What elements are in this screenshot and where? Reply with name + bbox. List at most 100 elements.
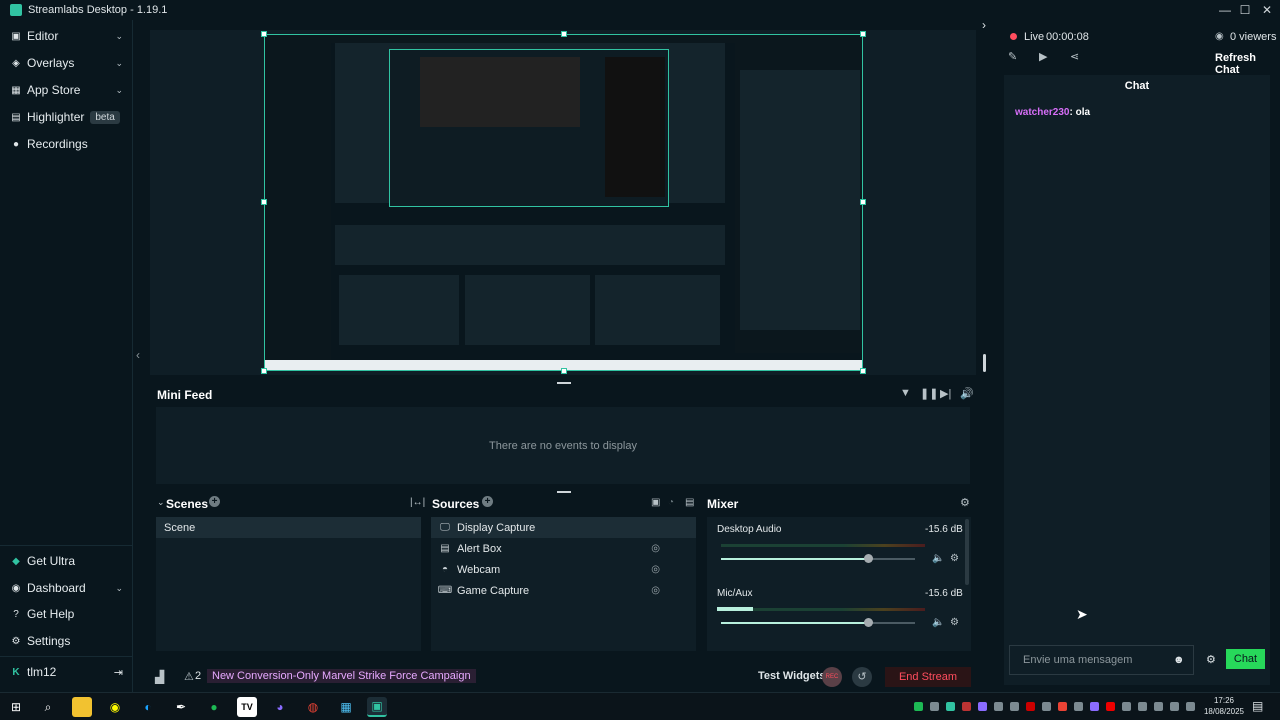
tray-icon[interactable] xyxy=(1154,702,1163,711)
chevron-down-icon[interactable]: ⌄ xyxy=(115,31,123,42)
add-source-icon[interactable]: + xyxy=(482,496,493,507)
sidebar-item-app-store[interactable]: ▦ App Store ⌄ xyxy=(0,78,133,102)
minimize-button[interactable]: — xyxy=(1214,0,1236,20)
source-item[interactable]: ◓ Webcam ◎ xyxy=(431,559,696,580)
edit-icon[interactable]: ✎ xyxy=(1008,50,1017,63)
tray-icon[interactable] xyxy=(930,702,939,711)
display-capture-preview[interactable] xyxy=(264,34,863,371)
chat-input[interactable]: Envie uma mensagem ☻ xyxy=(1009,645,1194,675)
replay-icon[interactable]: ↺ xyxy=(852,667,872,687)
edge-icon[interactable]: ◐ xyxy=(138,697,158,717)
snapchat-icon[interactable]: ◉ xyxy=(105,697,125,717)
sidebar-item-recordings[interactable]: ● Recordings xyxy=(0,132,133,156)
source-item[interactable]: ⌨ Game Capture ◎ xyxy=(431,580,696,601)
tray-icon[interactable] xyxy=(1058,702,1067,711)
tray-icon[interactable] xyxy=(1138,702,1147,711)
search-icon[interactable]: ⌕ xyxy=(38,697,58,717)
resize-handle[interactable] xyxy=(261,31,267,37)
folder-icon[interactable]: ▤ xyxy=(685,497,694,508)
scene-item[interactable]: Scene xyxy=(156,517,421,538)
logout-icon[interactable]: ⇥ xyxy=(114,666,123,679)
source-item[interactable]: 🖵 Display Capture xyxy=(431,517,696,538)
sidebar-item-editor[interactable]: ▣ Editor ⌄ xyxy=(0,24,133,48)
clock-time[interactable]: 17:26 xyxy=(1203,696,1245,705)
visibility-icon[interactable]: ◎ xyxy=(651,543,660,554)
pause-icon[interactable]: ❚❚ xyxy=(920,387,938,400)
close-button[interactable]: ✕ xyxy=(1256,0,1278,20)
tray-icon[interactable] xyxy=(1074,702,1083,711)
tray-icon[interactable] xyxy=(1106,702,1115,711)
splitter-handle[interactable] xyxy=(557,491,571,493)
visibility-icon[interactable]: ◎ xyxy=(651,585,660,596)
windows-start-icon[interactable]: ⊞ xyxy=(6,697,26,717)
spotify-icon[interactable]: ● xyxy=(204,697,224,717)
collapse-left-icon[interactable]: ‹ xyxy=(136,348,140,362)
visibility-icon[interactable]: ◎ xyxy=(651,564,660,575)
sidebar-item-get-help[interactable]: ? Get Help xyxy=(0,602,133,626)
speaker-icon[interactable]: 🔈 xyxy=(932,617,944,628)
sidebar-item-highlighter[interactable]: ▤ Highlighter beta xyxy=(0,105,133,129)
user-account[interactable]: K tlm12 ⇥ xyxy=(0,660,133,684)
resize-handle[interactable] xyxy=(860,368,866,374)
tray-icon[interactable] xyxy=(1010,702,1019,711)
tray-icon[interactable] xyxy=(1042,702,1051,711)
sidebar-item-settings[interactable]: ⚙ Settings xyxy=(0,629,133,653)
collapse-icon[interactable]: ⌄ xyxy=(157,497,165,508)
tray-icon[interactable] xyxy=(1122,702,1131,711)
tray-icon[interactable] xyxy=(914,702,923,711)
gear-icon[interactable]: ⚙ xyxy=(950,617,959,628)
test-widgets-button[interactable]: Test Widgets xyxy=(758,670,826,682)
resize-handle[interactable] xyxy=(860,199,866,205)
gear-icon[interactable]: ⚙ xyxy=(960,496,970,509)
volume-knob[interactable] xyxy=(864,554,873,563)
mixer-scrollbar[interactable] xyxy=(965,519,969,585)
notification-center-icon[interactable]: ▤ xyxy=(1252,699,1263,713)
streamlabs-taskbar-icon[interactable]: ▣ xyxy=(367,697,387,717)
resize-handle[interactable] xyxy=(983,354,986,372)
volume-knob[interactable] xyxy=(864,618,873,627)
chat-username[interactable]: watcher230 xyxy=(1015,107,1069,118)
gear-icon[interactable]: ⚙ xyxy=(950,553,959,564)
rec-button[interactable]: REC xyxy=(822,667,842,687)
volume-icon[interactable] xyxy=(1186,702,1195,711)
camera-icon[interactable]: ▶ xyxy=(1039,50,1047,63)
share-icon[interactable]: ⋖ xyxy=(1070,50,1079,63)
clock-date[interactable]: 18/08/2025 xyxy=(1200,707,1248,716)
volume-icon[interactable]: 🔊 xyxy=(960,387,974,400)
tray-icon[interactable] xyxy=(1090,702,1099,711)
sidebar-item-overlays[interactable]: ◈ Overlays ⌄ xyxy=(0,51,133,75)
tray-icon[interactable] xyxy=(978,702,987,711)
resize-handle[interactable] xyxy=(261,199,267,205)
tray-icon[interactable] xyxy=(962,702,971,711)
tray-icon[interactable] xyxy=(946,702,955,711)
speaker-icon[interactable]: 🔈 xyxy=(932,553,944,564)
refresh-chat-button[interactable]: Refresh Chat xyxy=(1215,52,1280,76)
tray-icon[interactable] xyxy=(994,702,1003,711)
end-stream-button[interactable]: End Stream xyxy=(885,667,971,687)
sidebar-item-get-ultra[interactable]: ◆ Get Ultra xyxy=(0,549,133,573)
resize-handle[interactable] xyxy=(561,31,567,37)
campaign-banner[interactable]: New Conversion-Only Marvel Strike Force … xyxy=(207,669,476,683)
pen-icon[interactable]: ✒ xyxy=(171,697,191,717)
battery-icon[interactable] xyxy=(1170,702,1179,711)
performance-icon[interactable]: ▟ xyxy=(155,670,164,684)
resize-handle[interactable] xyxy=(860,31,866,37)
transitions-icon[interactable]: |↔| xyxy=(410,497,425,508)
chevron-down-icon[interactable]: ⌄ xyxy=(115,583,123,594)
sidebar-item-dashboard[interactable]: ◉ Dashboard ⌄ xyxy=(0,576,133,600)
maximize-button[interactable]: ☐ xyxy=(1234,0,1256,20)
chat-send-button[interactable]: Chat xyxy=(1226,649,1265,669)
collapse-right-icon[interactable]: › xyxy=(982,18,986,32)
tradingview-icon[interactable]: TV xyxy=(237,697,257,717)
notification-icon[interactable]: ⚠ xyxy=(184,670,194,683)
chevron-down-icon[interactable]: ⌄ xyxy=(115,58,123,69)
resize-handle[interactable] xyxy=(261,368,267,374)
discord-icon[interactable]: ◕ xyxy=(270,697,290,717)
chevron-down-icon[interactable]: ⌄ xyxy=(115,85,123,96)
source-item[interactable]: ▤ Alert Box ◎ xyxy=(431,538,696,559)
group-icon[interactable]: ▣ xyxy=(651,497,660,508)
tray-icon[interactable] xyxy=(1026,702,1035,711)
add-scene-icon[interactable]: + xyxy=(209,496,220,507)
file-explorer-icon[interactable] xyxy=(72,697,92,717)
gear-icon[interactable]: ⚙ xyxy=(1206,653,1216,666)
